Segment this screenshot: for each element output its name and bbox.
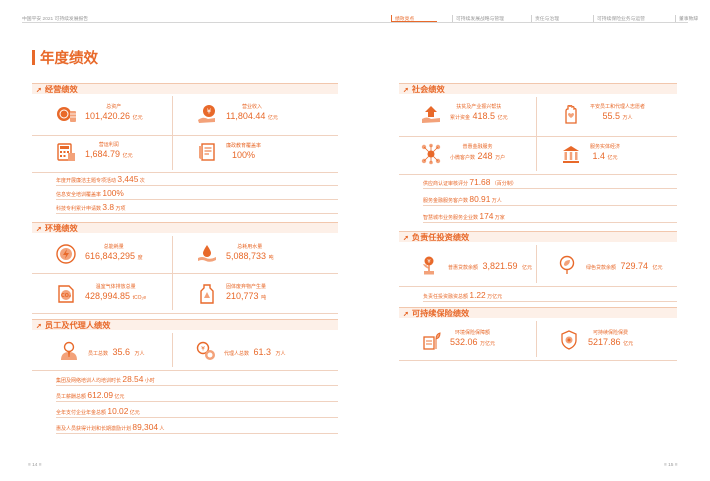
arrow-icon: ➚ — [403, 235, 409, 242]
shield-flower-icon — [558, 329, 580, 351]
metric-energy-consumption: 总能耗量 616,843,295 度 — [55, 243, 143, 265]
metric-employee-total: 员工总数 35.6 万人 — [58, 340, 144, 362]
arrow-icon: ➚ — [36, 87, 42, 94]
active-nav-underline — [391, 21, 437, 22]
title-accent-bar — [32, 50, 35, 65]
agent-icon: ¥ — [194, 340, 216, 362]
business-divider — [172, 96, 173, 170]
water-hand-icon — [196, 243, 218, 265]
employee-icon — [58, 340, 80, 362]
environment-divider — [172, 236, 173, 310]
arrow-icon: ➚ — [36, 226, 42, 233]
top-navigation: 绩效亮点 可持续发展战略与管理 责任与治理 可持续保险业务与运营 董事致辞 — [391, 15, 703, 22]
metric-ghg-emissions: CO₂ 温室气体排放总量 428,994.85 tCO₂e — [55, 283, 146, 305]
investment-divider — [536, 245, 537, 283]
metric-sustainable-premiums: 可持续保险保费 5217.86 亿元 — [558, 329, 633, 351]
energy-icon — [55, 243, 77, 265]
social-line-1: 供应商认证审核评分 71.68 （百分制） — [423, 175, 677, 189]
employee-line-2: 员工薪酬总额 612.09 亿元 — [56, 388, 338, 402]
network-icon — [420, 143, 442, 165]
insurance-divider — [536, 321, 537, 357]
employee-line-3: 全年支付企业年金总额 10.02 亿元 — [56, 404, 338, 418]
svg-text:¥: ¥ — [427, 259, 431, 265]
employee-divider — [172, 333, 173, 367]
metric-total-assets: 总资产 101,420.26 亿元 — [55, 103, 143, 125]
metric-water-usage: 总耗用水量 5,088,733 吨 — [196, 243, 274, 265]
top-rule — [22, 22, 688, 23]
nav-item-chairman[interactable]: 董事致辞 — [675, 15, 703, 22]
co2-icon: CO₂ — [55, 283, 77, 305]
metric-poverty-alleviation: 扶贫及产业振兴帮扶 累计资金 418.5 亿元 — [420, 103, 508, 125]
section-employee: ➚ 员工及代理人绩效 — [32, 319, 338, 330]
metric-green-loans: 绿色贷款余额 729.74 亿元 — [556, 254, 662, 276]
business-line-2: 信息安全培训覆盖率 100% — [56, 186, 338, 200]
metric-solid-waste: 固体废弃物产生量 210,773 吨 — [196, 283, 266, 305]
nav-item-governance[interactable]: 责任与治理 — [531, 15, 593, 22]
page-number-right: ≡ 15 ≡ — [664, 463, 678, 468]
section-business: ➚ 经营绩效 — [32, 83, 338, 94]
investment-line-1: 负责任投资融资总额 1.22 万亿元 — [423, 288, 677, 302]
document-icon — [196, 141, 218, 163]
arrow-icon: ➚ — [36, 323, 42, 330]
nav-item-insurance[interactable]: 可持续保险业务与运营 — [593, 15, 675, 22]
social-line-3: 智慧城市业务服务企业数 174 万家 — [423, 209, 677, 223]
metric-inclusive-loans: ¥ 普惠贷款余额 3,821.59 亿元 — [418, 254, 532, 276]
waste-icon — [196, 283, 218, 305]
page-title: 年度绩效 — [32, 47, 98, 68]
arrow-icon: ➚ — [403, 87, 409, 94]
calculator-icon — [55, 141, 77, 163]
social-line-2: 服务金融服务客户数 80.91 万人 — [423, 192, 677, 206]
business-line-1: 年度开展廉洁主题专项活动 3,445 次 — [56, 172, 338, 186]
business-line-3: 科技专利累计申请数 3.8 万项 — [56, 200, 338, 214]
arrow-icon: ➚ — [403, 311, 409, 318]
metric-inclusive-finance: 普惠金融服务 小微客户数 248 万户 — [420, 143, 505, 165]
coins-icon — [55, 103, 77, 125]
leaf-icon — [556, 254, 578, 276]
section-environment: ➚ 环境绩效 — [32, 222, 338, 233]
section-insurance: ➚ 可持续保险绩效 — [399, 307, 677, 318]
top-bar: 中国平安 2021 可持续发展报告 绩效亮点 可持续发展战略与管理 责任与治理 … — [22, 10, 698, 24]
section-investment: ➚ 负责任投资绩效 — [399, 231, 677, 242]
metric-agent-total: ¥ 代理人总数 61.3 万人 — [194, 340, 285, 362]
metric-real-economy: 服务实体经济 1.4 亿元 — [560, 143, 620, 165]
metric-operating-profit: 营运利润 1,684.79 亿元 — [55, 141, 133, 163]
social-divider — [536, 97, 537, 171]
employee-line-1: 集团及网络培训人均培训时长 28.54 小时 — [56, 372, 338, 386]
svg-text:CO₂: CO₂ — [61, 293, 71, 299]
page-number-left: ≡ 14 ≡ — [28, 463, 42, 468]
plant-coin-icon: ¥ — [418, 254, 440, 276]
metric-environmental-insurance: 环境保险保障额 532.06 万亿元 — [420, 329, 495, 351]
money-hand-icon: ¥ — [196, 103, 218, 125]
nav-item-strategy[interactable]: 可持续发展战略与管理 — [452, 15, 531, 22]
document-title: 中国平安 2021 可持续发展报告 — [22, 17, 89, 22]
insurance-plant-icon — [420, 329, 442, 351]
svg-text:¥: ¥ — [201, 346, 205, 353]
metric-integrity-coverage: 廉政教育覆盖率 100% — [196, 141, 261, 163]
svg-text:¥: ¥ — [207, 108, 212, 116]
poverty-help-icon — [420, 103, 442, 125]
building-icon — [560, 143, 582, 165]
section-social: ➚ 社会绩效 — [399, 83, 677, 94]
metric-operating-income: ¥ 营业收入 11,804.44 亿元 — [196, 103, 278, 125]
metric-volunteers: 平安员工和代理人志愿者 55.5 万人 — [560, 103, 645, 125]
employee-line-4: 惠及人员获得计划和长期激励计划 89,304 人 — [56, 420, 338, 434]
volunteer-hand-icon — [560, 103, 582, 125]
